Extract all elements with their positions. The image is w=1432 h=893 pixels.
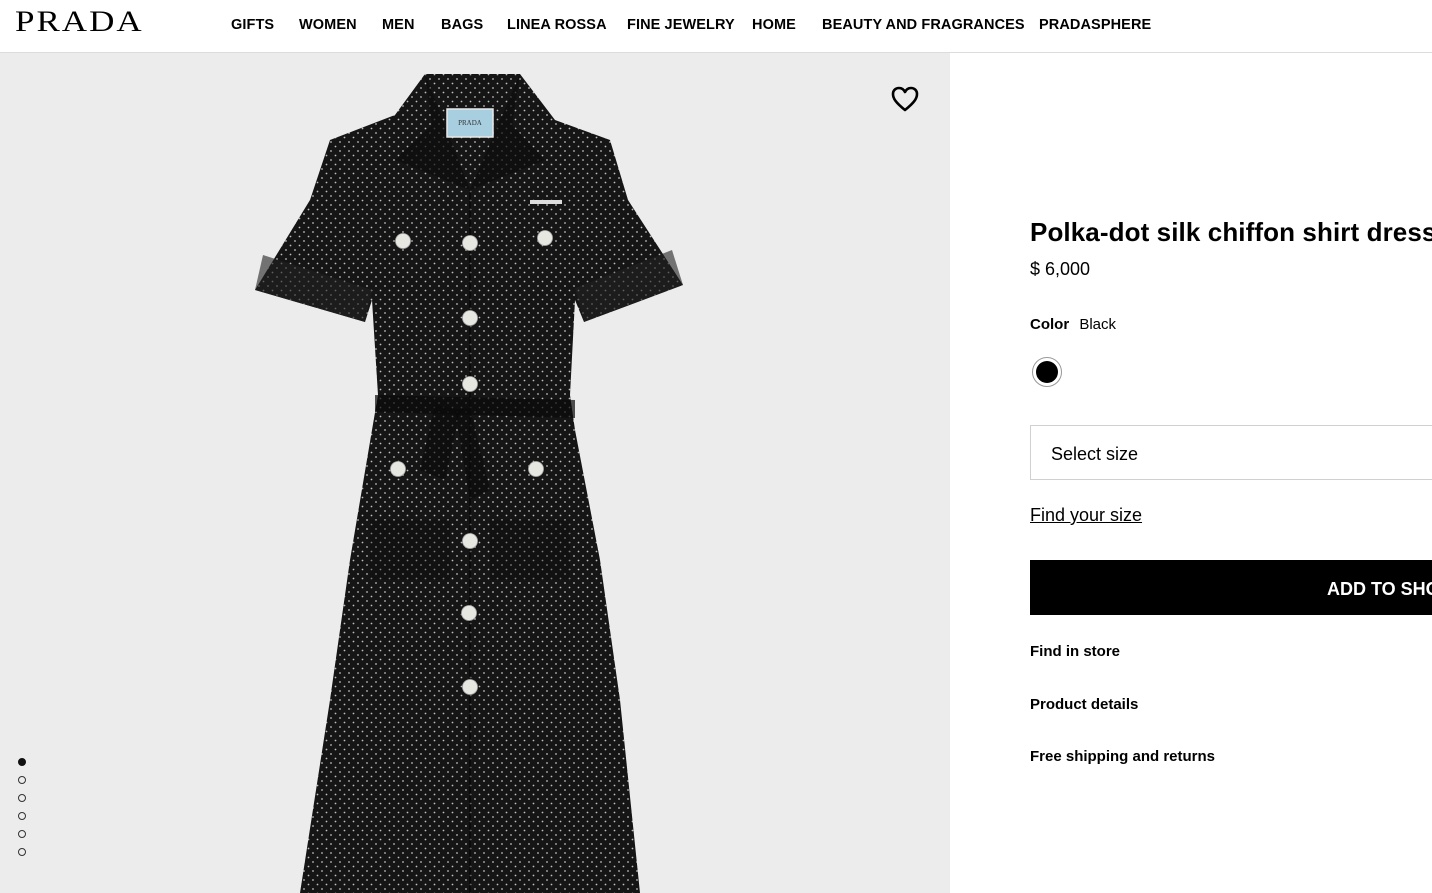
product-info-panel: Polka-dot silk chiffon shirt dress $ 6,0… <box>950 53 1432 893</box>
wishlist-button[interactable] <box>890 85 920 113</box>
nav-home[interactable]: HOME <box>752 17 822 33</box>
main-nav: GIFTS WOMEN MEN BAGS LINEA ROSSA FINE JE… <box>231 17 1151 33</box>
color-swatch-black[interactable] <box>1032 357 1062 387</box>
product-details-link[interactable]: Product details <box>1030 696 1138 713</box>
gallery-dot-3[interactable] <box>18 794 26 802</box>
heart-icon <box>891 86 919 112</box>
find-in-store-link[interactable]: Find in store <box>1030 643 1120 660</box>
product-title: Polka-dot silk chiffon shirt dress <box>1030 217 1432 247</box>
nav-fine-jewelry[interactable]: FINE JEWELRY <box>627 17 752 33</box>
nav-linea-rossa[interactable]: LINEA ROSSA <box>507 17 627 33</box>
prada-logo[interactable]: PRADA <box>15 6 144 37</box>
color-row: Color Black <box>1030 316 1116 333</box>
gallery-dot-6[interactable] <box>18 848 26 856</box>
nav-gifts[interactable]: GIFTS <box>231 17 299 33</box>
nav-bags[interactable]: BAGS <box>441 17 507 33</box>
product-price: $ 6,000 <box>1030 259 1091 279</box>
shipping-returns-link[interactable]: Free shipping and returns <box>1030 748 1215 765</box>
gallery-dot-5[interactable] <box>18 830 26 838</box>
size-select[interactable]: Select size <box>1030 425 1432 480</box>
gallery-dot-2[interactable] <box>18 776 26 784</box>
garment-label-text: PRADA <box>458 119 482 127</box>
nav-pradasphere[interactable]: PRADASPHERE <box>1039 17 1151 33</box>
nav-beauty-fragrances[interactable]: BEAUTY AND FRAGRANCES <box>822 17 1039 33</box>
find-your-size-link[interactable]: Find your size <box>1030 505 1142 526</box>
gallery-dot-1[interactable] <box>18 758 26 766</box>
add-to-bag-button[interactable]: ADD TO SHOPPING BAG <box>1030 560 1432 615</box>
gallery-pagination <box>18 758 26 856</box>
site-header: PRADA GIFTS WOMEN MEN BAGS LINEA ROSSA F… <box>0 0 1432 53</box>
nav-men[interactable]: MEN <box>382 17 441 33</box>
color-value: Black <box>1079 316 1117 333</box>
swatch-fill <box>1036 361 1058 383</box>
gallery-dot-4[interactable] <box>18 812 26 820</box>
color-label: Color <box>1030 316 1070 333</box>
nav-women[interactable]: WOMEN <box>299 17 382 33</box>
product-gallery[interactable]: PRADA <box>0 53 950 893</box>
product-image: PRADA <box>255 74 683 893</box>
